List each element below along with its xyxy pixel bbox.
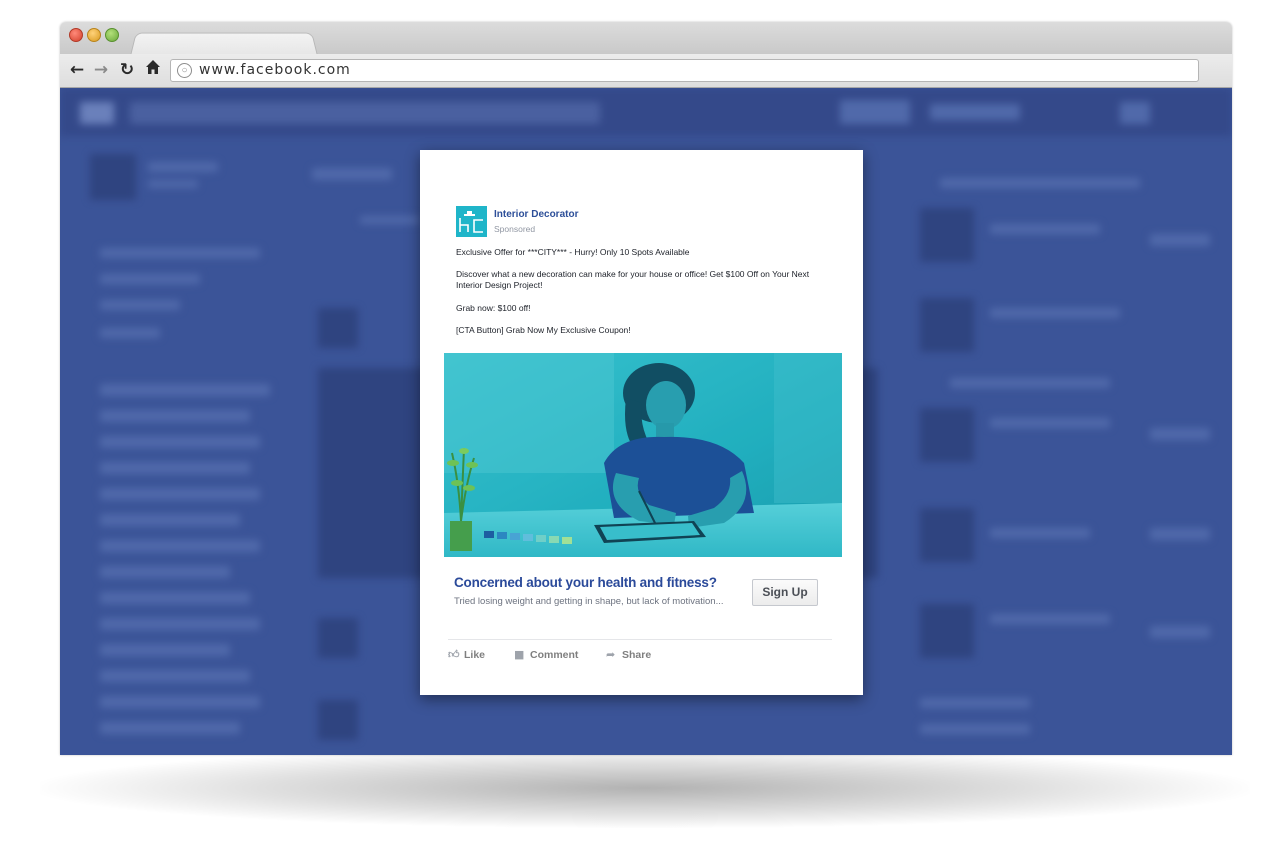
comment-icon: ■ — [514, 648, 525, 661]
ad-headline-link[interactable]: Concerned about your health and fitness? — [454, 575, 717, 590]
like-button[interactable]: 👍︎ Like — [448, 647, 485, 663]
divider — [448, 639, 832, 640]
url-text: www.facebook.com — [199, 62, 351, 78]
maximize-window-button[interactable] — [105, 28, 119, 42]
window-shadow — [40, 748, 1250, 828]
ad-text-line: Grab now: $100 off! — [456, 303, 531, 313]
ad-description: Tried losing weight and getting in shape… — [454, 596, 724, 607]
title-bar — [60, 22, 1232, 56]
comment-label: Comment — [530, 649, 579, 661]
share-label: Share — [622, 649, 652, 661]
reload-icon[interactable]: ↻ — [117, 59, 137, 81]
ad-text-line: [CTA Button] Grab Now My Exclusive Coupo… — [456, 325, 631, 335]
share-icon: ➦ — [606, 648, 616, 661]
close-window-button[interactable] — [69, 28, 83, 42]
minimize-window-button[interactable] — [87, 28, 101, 42]
like-label: Like — [464, 649, 486, 661]
address-bar[interactable]: ○ www.facebook.com — [170, 59, 1199, 82]
page-name-link[interactable]: Interior Decorator — [494, 209, 578, 220]
sponsored-label: Sponsored — [494, 224, 536, 234]
back-arrow-icon[interactable]: ← — [67, 59, 87, 81]
comment-button[interactable]: ■ Comment — [514, 647, 578, 663]
browser-tab[interactable] — [130, 32, 318, 56]
home-icon[interactable] — [143, 59, 163, 81]
sponsored-ad-card: Interior Decorator Sponsored Exclusive O… — [420, 150, 863, 695]
sign-up-button[interactable]: Sign Up — [752, 579, 818, 606]
globe-icon: ○ — [177, 63, 192, 78]
forward-arrow-icon[interactable]: → — [91, 59, 111, 81]
ad-text-line: Discover what a new decoration can make … — [456, 269, 810, 290]
page-logo[interactable] — [456, 206, 487, 237]
ad-text-line: Exclusive Offer for ***CITY*** - Hurry! … — [456, 247, 690, 257]
like-icon: 👍︎ — [448, 648, 460, 661]
ad-image[interactable] — [444, 353, 842, 557]
browser-toolbar: ← → ↻ ○ www.facebook.com — [60, 54, 1232, 88]
share-button[interactable]: ➦ Share — [606, 647, 651, 663]
